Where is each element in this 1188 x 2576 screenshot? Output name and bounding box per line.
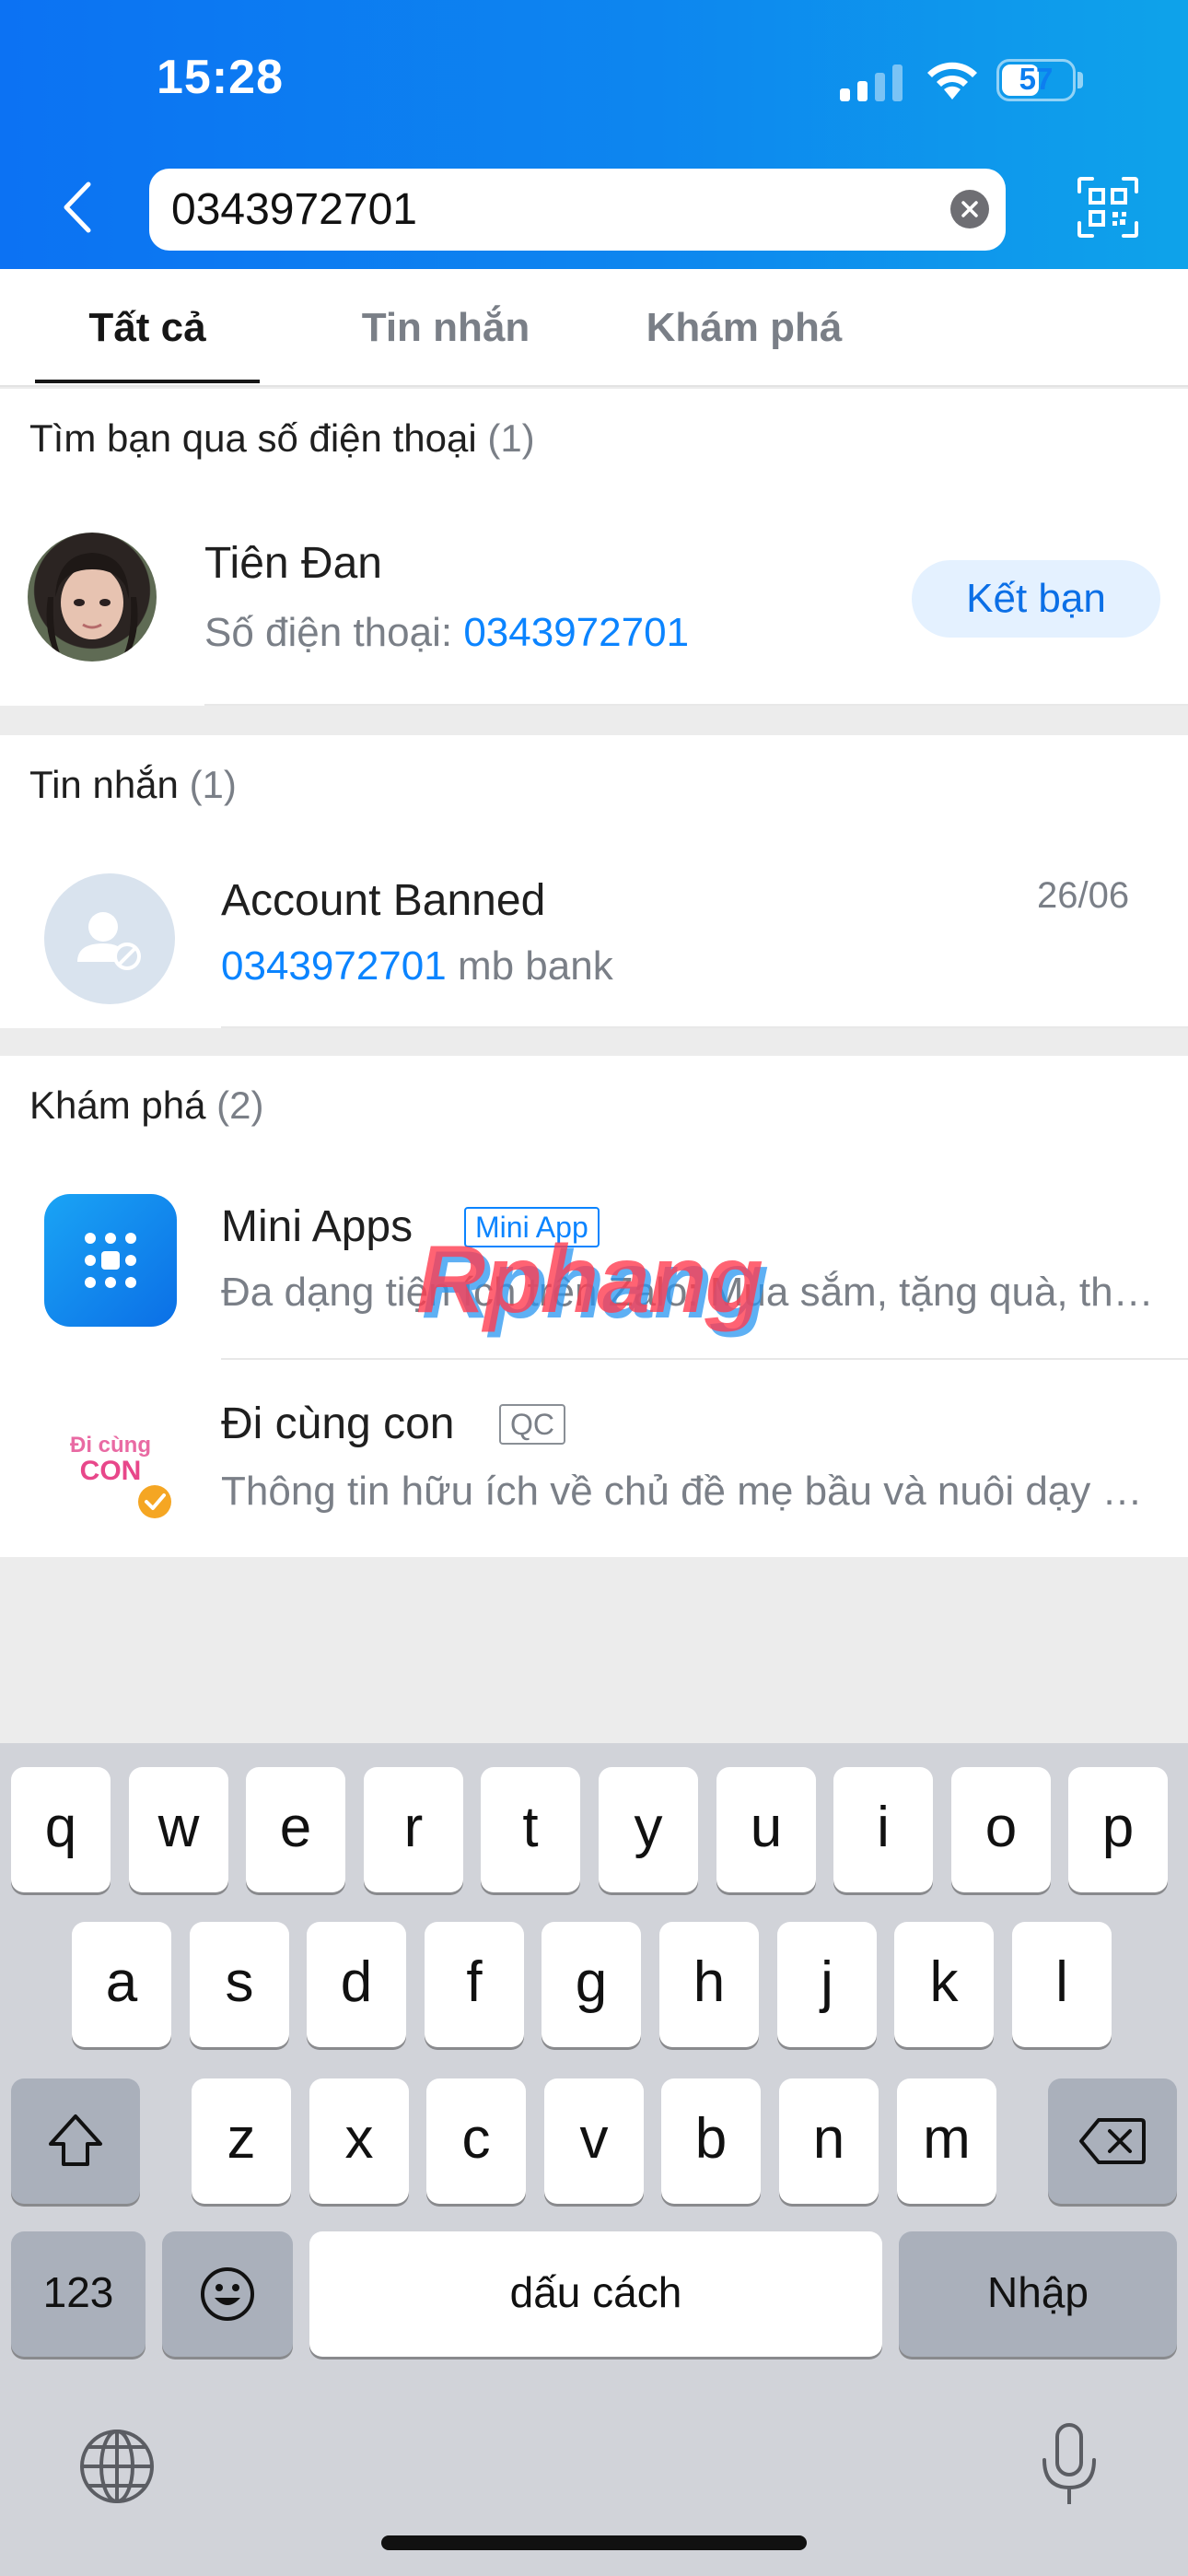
user-blocked-icon <box>77 912 141 970</box>
cellular-signal-icon <box>840 64 903 101</box>
section-count: (1) <box>487 416 535 460</box>
message-date: 26/06 <box>1037 875 1130 916</box>
grid-dots-icon <box>85 1233 136 1288</box>
clear-search-button[interactable] <box>950 190 989 228</box>
message-preview-text: mb bank <box>457 943 613 989</box>
brand-logo: Đi cùng CON <box>44 1391 177 1524</box>
contact-phone-line: Số điện thoại: 0343972701 <box>204 610 689 656</box>
backspace-key[interactable] <box>1048 2078 1177 2204</box>
tab-messages[interactable]: Tin nhắn <box>333 269 558 387</box>
search-input[interactable] <box>171 169 936 251</box>
key-v[interactable]: v <box>544 2078 644 2204</box>
key-e[interactable]: e <box>246 1767 345 1892</box>
key-w[interactable]: w <box>129 1767 228 1892</box>
section-title: Khám phá (2) <box>29 1083 263 1128</box>
contact-name: Tiên Đan <box>204 539 382 588</box>
key-u[interactable]: u <box>716 1767 816 1892</box>
tab-explore[interactable]: Khám phá <box>632 269 856 387</box>
qr-scan-button[interactable] <box>1076 175 1140 240</box>
message-sender-name[interactable]: Account Banned <box>221 875 545 926</box>
divider <box>221 1358 1188 1360</box>
profile-photo <box>46 553 138 662</box>
phone-search-section: Tìm bạn qua số điện thoại (1) <box>0 389 1188 706</box>
ad-badge: QC <box>499 1404 565 1445</box>
di-cung-con-description: Thông tin hữu ích về chủ đề mẹ bầu và nu… <box>221 1469 1160 1514</box>
wifi-icon <box>927 62 977 100</box>
enter-key[interactable]: Nhập <box>899 2231 1177 2357</box>
section-count: (1) <box>189 763 237 806</box>
avatar[interactable] <box>28 533 157 662</box>
key-z[interactable]: z <box>192 2078 291 2204</box>
key-k[interactable]: k <box>894 1922 994 2047</box>
key-o[interactable]: o <box>951 1767 1051 1892</box>
key-s[interactable]: s <box>190 1922 289 2047</box>
key-b[interactable]: b <box>661 2078 761 2204</box>
key-c[interactable]: c <box>426 2078 526 2204</box>
shift-icon <box>49 2114 102 2166</box>
svg-text:Đi cùng: Đi cùng <box>70 1433 151 1458</box>
microphone-icon[interactable] <box>1037 2421 1101 2510</box>
key-l[interactable]: l <box>1012 1922 1112 2047</box>
emoji-icon <box>201 2267 254 2321</box>
numbers-key[interactable]: 123 <box>11 2231 146 2357</box>
battery-icon: 57 <box>996 59 1076 101</box>
section-title-text: Tìm bạn qua số điện thoại <box>29 416 477 460</box>
banned-user-avatar[interactable] <box>44 873 175 1004</box>
key-r[interactable]: r <box>364 1767 463 1892</box>
divider <box>221 1026 1188 1028</box>
section-title: Tìm bạn qua số điện thoại (1) <box>29 416 535 461</box>
search-header: 15:28 57 <box>0 0 1188 269</box>
key-t[interactable]: t <box>481 1767 580 1892</box>
emoji-key[interactable] <box>162 2231 293 2357</box>
add-friend-button[interactable]: Kết bạn <box>912 560 1160 638</box>
mini-apps-name[interactable]: Mini Apps <box>221 1201 413 1252</box>
key-i[interactable]: i <box>833 1767 933 1892</box>
di-cung-con-name[interactable]: Đi cùng con <box>221 1399 454 1449</box>
di-cung-con-logo[interactable]: Đi cùng CON <box>44 1391 177 1524</box>
svg-text:CON: CON <box>80 1456 142 1486</box>
globe-icon[interactable] <box>77 2427 157 2506</box>
key-f[interactable]: f <box>425 1922 524 2047</box>
section-title-text: Tin nhắn <box>29 763 179 806</box>
message-highlight: 0343972701 <box>221 943 447 989</box>
key-g[interactable]: g <box>542 1922 641 2047</box>
section-count: (2) <box>216 1083 264 1127</box>
message-preview: 0343972701 mb bank <box>221 943 613 989</box>
search-field[interactable] <box>149 169 1006 251</box>
phone-number: 0343972701 <box>463 610 690 655</box>
battery-tip <box>1077 72 1083 88</box>
key-n[interactable]: n <box>779 2078 879 2204</box>
keyboard: 123 dấu cách Nhập qwertyuiop asdfghjkl zxc… <box>0 1743 1188 2576</box>
key-h[interactable]: h <box>659 1922 759 2047</box>
shift-key[interactable] <box>11 2078 140 2204</box>
search-tabs: Tất cả Tin nhắn Khám phá <box>0 269 1188 387</box>
key-j[interactable]: j <box>777 1922 877 2047</box>
key-m[interactable]: m <box>897 2078 996 2204</box>
space-key[interactable]: dấu cách <box>309 2231 882 2357</box>
key-d[interactable]: d <box>307 1922 406 2047</box>
status-time: 15:28 <box>157 51 284 104</box>
home-indicator <box>381 2535 807 2550</box>
divider <box>204 704 1188 706</box>
tab-all[interactable]: Tất cả <box>35 269 260 387</box>
key-x[interactable]: x <box>309 2078 409 2204</box>
back-button[interactable] <box>55 175 101 240</box>
section-title-text: Khám phá <box>29 1083 206 1127</box>
battery-percent: 57 <box>1019 62 1054 96</box>
key-y[interactable]: y <box>599 1767 698 1892</box>
active-tab-indicator <box>35 380 260 383</box>
phone-label: Số điện thoại: <box>204 610 453 655</box>
close-icon <box>961 201 978 217</box>
mini-apps-icon[interactable] <box>44 1194 177 1327</box>
key-a[interactable]: a <box>72 1922 171 2047</box>
key-p[interactable]: p <box>1068 1767 1168 1892</box>
watermark: Rphang <box>416 1226 763 1333</box>
section-title: Tin nhắn (1) <box>29 763 237 807</box>
backspace-icon <box>1079 2118 1146 2164</box>
key-q[interactable]: q <box>11 1767 111 1892</box>
